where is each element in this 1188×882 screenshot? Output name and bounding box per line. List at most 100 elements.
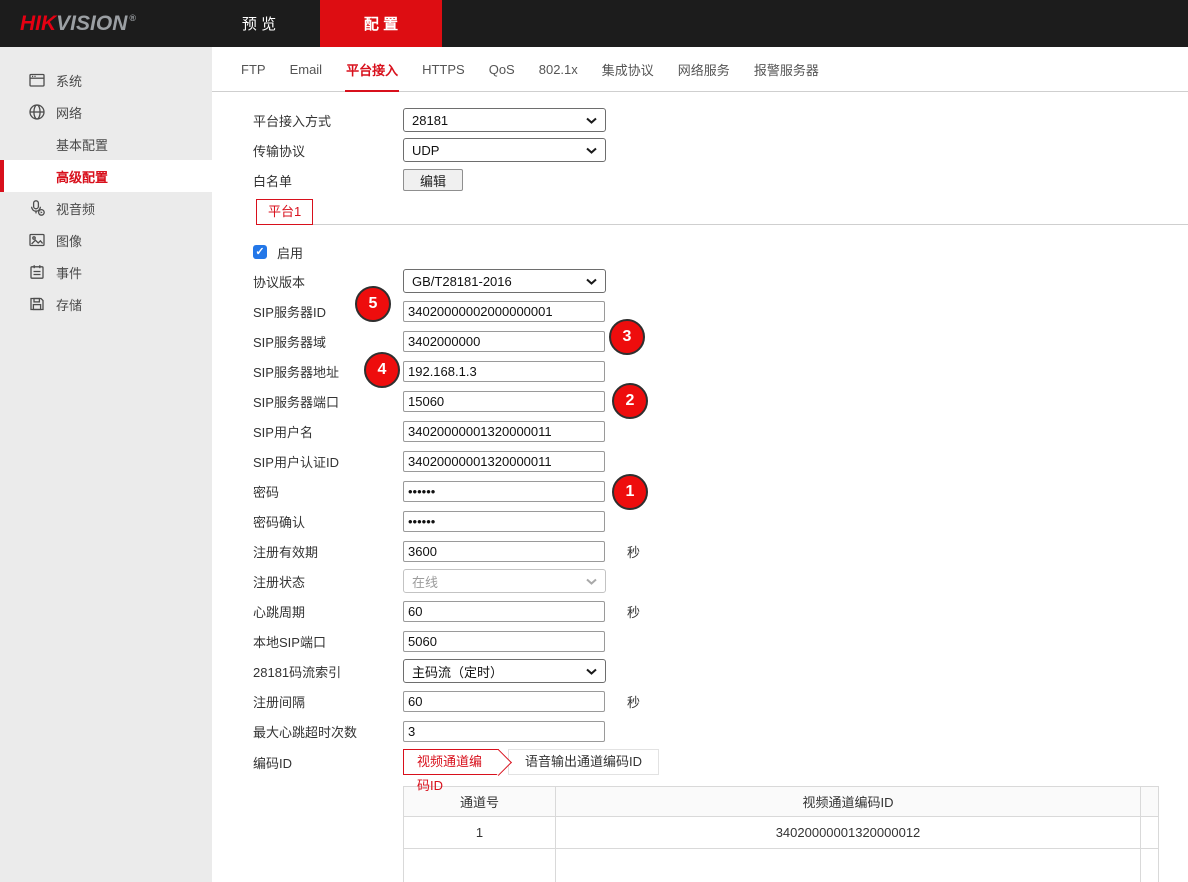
password-input[interactable]	[403, 481, 605, 502]
field-label: 密码	[253, 482, 403, 501]
sidebar-item-label: 基本配置	[56, 135, 108, 154]
cell-channel[interactable]: 1	[404, 817, 556, 849]
chevron-down-icon	[586, 668, 597, 675]
heartbeat-cycle-input[interactable]	[403, 601, 605, 622]
cell-encode-id[interactable]	[556, 849, 1141, 882]
platform-access-mode-select[interactable]: 28181	[403, 108, 606, 132]
system-icon	[28, 71, 46, 89]
selected-value: 主码流（定时）	[412, 662, 503, 681]
register-interval-input[interactable]	[403, 691, 605, 712]
table-row[interactable]: 1 34020000001320000012	[404, 817, 1159, 849]
tab-alarm-server[interactable]: 报警服务器	[753, 47, 820, 91]
field-label: 编码ID	[253, 753, 403, 772]
tab-ftp[interactable]: FTP	[240, 47, 267, 91]
row-whitelist: 白名单 编辑	[253, 165, 1188, 195]
cell-encode-id[interactable]: 34020000001320000012	[556, 817, 1141, 849]
sidebar: 系统 网络 基本配置 高级配置 视音频	[0, 47, 212, 882]
platform-tab-strip: 平台1	[256, 199, 1188, 225]
cell-channel[interactable]	[404, 849, 556, 882]
sip-auth-id-input[interactable]	[403, 451, 605, 472]
hikvision-logo: HIKVISION®	[20, 0, 136, 47]
chevron-down-icon	[586, 147, 597, 154]
annotation-badge-4: 4	[364, 352, 400, 388]
row-platform-access-mode: 平台接入方式 28181	[253, 105, 1188, 135]
logo-registered-mark: ®	[129, 13, 136, 23]
sidebar-item-image[interactable]: 图像	[0, 224, 212, 256]
annotation-badge-1: 1	[612, 474, 648, 510]
field-label: 心跳周期	[253, 602, 403, 621]
row-protocol-version: 协议版本 GB/T28181-2016	[253, 266, 1188, 296]
stream-index-select[interactable]: 主码流（定时）	[403, 659, 606, 683]
selected-value: 在线	[412, 572, 438, 591]
platform-access-form: 5 3 4 2 1 平台接入方式 28181 传输协议 UDP	[212, 92, 1188, 882]
tab-video-channel-encode-id[interactable]: 视频通道编码ID	[403, 749, 499, 775]
storage-icon	[28, 295, 46, 313]
row-password: 密码	[253, 476, 1188, 506]
unit-seconds: 秒	[627, 602, 640, 621]
tab-https[interactable]: HTTPS	[421, 47, 466, 91]
max-heartbeat-timeouts-input[interactable]	[403, 721, 605, 742]
register-status-select: 在线	[403, 569, 606, 593]
annotation-badge-3: 3	[609, 319, 645, 355]
top-nav-tabs: 预 览 配 置	[198, 0, 442, 47]
sidebar-item-audio-video[interactable]: 视音频	[0, 192, 212, 224]
cell-spacer	[1141, 817, 1159, 849]
cell-spacer	[1141, 849, 1159, 882]
local-sip-port-input[interactable]	[403, 631, 605, 652]
password-confirm-input[interactable]	[403, 511, 605, 532]
top-tab-configuration[interactable]: 配 置	[320, 0, 442, 47]
sidebar-item-label: 视音频	[56, 199, 95, 218]
tab-platform-access[interactable]: 平台接入	[345, 47, 399, 91]
sidebar-item-label: 高级配置	[56, 167, 108, 186]
top-tab-preview[interactable]: 预 览	[198, 0, 320, 47]
row-local-sip-port: 本地SIP端口	[253, 626, 1188, 656]
table-row-empty[interactable]	[404, 849, 1159, 882]
sip-server-port-input[interactable]	[403, 391, 605, 412]
sip-server-id-input[interactable]	[403, 301, 605, 322]
field-label: SIP服务器域	[253, 332, 403, 351]
row-register-interval: 注册间隔 秒	[253, 686, 1188, 716]
chevron-down-icon	[586, 578, 597, 585]
tab-network-service[interactable]: 网络服务	[677, 47, 731, 91]
hikvision-config-screen: HIKVISION® 预 览 配 置 系统 网络	[0, 0, 1188, 882]
platform-1-tab[interactable]: 平台1	[256, 199, 313, 225]
register-validity-input[interactable]	[403, 541, 605, 562]
sip-username-input[interactable]	[403, 421, 605, 442]
enable-checkbox[interactable]: ✓	[253, 245, 267, 259]
table-header-row: 通道号 视频通道编码ID	[404, 787, 1159, 817]
selected-value: 28181	[412, 113, 448, 128]
whitelist-edit-button[interactable]: 编辑	[403, 169, 463, 191]
transport-protocol-select[interactable]: UDP	[403, 138, 606, 162]
sidebar-item-advanced-config[interactable]: 高级配置	[0, 160, 212, 192]
tab-8021x[interactable]: 802.1x	[538, 47, 579, 91]
tab-integration-protocol[interactable]: 集成协议	[601, 47, 655, 91]
video-channel-encode-id-table: 通道号 视频通道编码ID 1 34020000001320000012	[403, 786, 1159, 882]
field-label: SIP服务器端口	[253, 392, 403, 411]
field-label: 平台接入方式	[253, 111, 403, 130]
sip-server-address-input[interactable]	[403, 361, 605, 382]
protocol-version-select[interactable]: GB/T28181-2016	[403, 269, 606, 293]
sidebar-item-event[interactable]: 事件	[0, 256, 212, 288]
sidebar-item-network[interactable]: 网络	[0, 96, 212, 128]
row-sip-auth-id: SIP用户认证ID	[253, 446, 1188, 476]
field-label: 注册间隔	[253, 692, 403, 711]
logo-vision: VISION	[56, 12, 127, 36]
settings-tab-bar: FTP Email 平台接入 HTTPS QoS 802.1x 集成协议 网络服…	[212, 47, 1188, 92]
row-password-confirm: 密码确认	[253, 506, 1188, 536]
sidebar-item-basic-config[interactable]: 基本配置	[0, 128, 212, 160]
sip-server-domain-input[interactable]	[403, 331, 605, 352]
network-icon	[28, 103, 46, 121]
row-register-status: 注册状态 在线	[253, 566, 1188, 596]
sidebar-item-storage[interactable]: 存储	[0, 288, 212, 320]
enable-label: 启用	[277, 243, 303, 262]
unit-seconds: 秒	[627, 542, 640, 561]
chevron-down-icon	[586, 278, 597, 285]
row-sip-username: SIP用户名	[253, 416, 1188, 446]
tab-email[interactable]: Email	[289, 47, 324, 91]
unit-seconds: 秒	[627, 692, 640, 711]
field-label: 注册有效期	[253, 542, 403, 561]
tab-audio-output-channel-encode-id[interactable]: 语音输出通道编码ID	[508, 749, 659, 775]
tab-qos[interactable]: QoS	[488, 47, 516, 91]
field-label: 注册状态	[253, 572, 403, 591]
sidebar-item-system[interactable]: 系统	[0, 64, 212, 96]
